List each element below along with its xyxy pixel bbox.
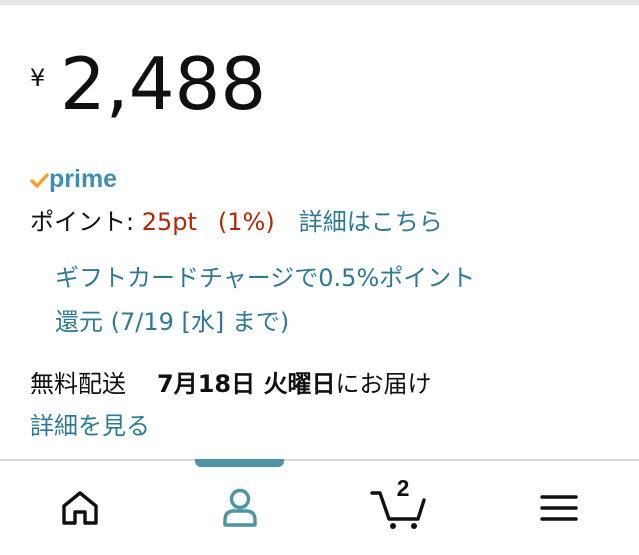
- points-label: ポイント:: [30, 208, 142, 236]
- user-icon: [223, 488, 257, 527]
- price-amount: 2,488: [60, 42, 267, 126]
- gift-card-promo-line2[interactable]: 還元 (7/19 [水] まで): [55, 308, 289, 337]
- cart-count-badge: 2: [396, 475, 410, 501]
- hamburger-menu-icon: [540, 495, 578, 521]
- nav-account[interactable]: [160, 461, 320, 555]
- home-icon: [62, 491, 98, 525]
- delivery-suffix: にお届け: [335, 370, 432, 398]
- nav-home[interactable]: [0, 461, 160, 555]
- points-value: 25pt: [141, 208, 197, 236]
- nav-menu[interactable]: [479, 461, 639, 555]
- nav-cart[interactable]: 2: [319, 461, 479, 555]
- prime-label: prime: [49, 165, 118, 193]
- prime-check-icon: [30, 173, 49, 188]
- points-percent: (1%): [217, 208, 275, 236]
- top-divider: [0, 0, 639, 5]
- currency-symbol: ¥: [30, 64, 46, 92]
- delivery-label: 無料配送: [30, 370, 126, 398]
- gift-card-promo-line1[interactable]: ギフトカードチャージで0.5%ポイント: [55, 264, 475, 293]
- points-details-link[interactable]: 詳細はこちら: [299, 208, 443, 236]
- delivery-details-link[interactable]: 詳細を見る: [30, 412, 150, 441]
- points-row: ポイント: 25pt (1%) 詳細はこちら: [30, 208, 443, 237]
- delivery-date: 7月18日 火曜日: [157, 370, 336, 398]
- delivery-row: 無料配送 7月18日 火曜日にお届け: [30, 370, 431, 399]
- bottom-nav: 2: [0, 459, 639, 555]
